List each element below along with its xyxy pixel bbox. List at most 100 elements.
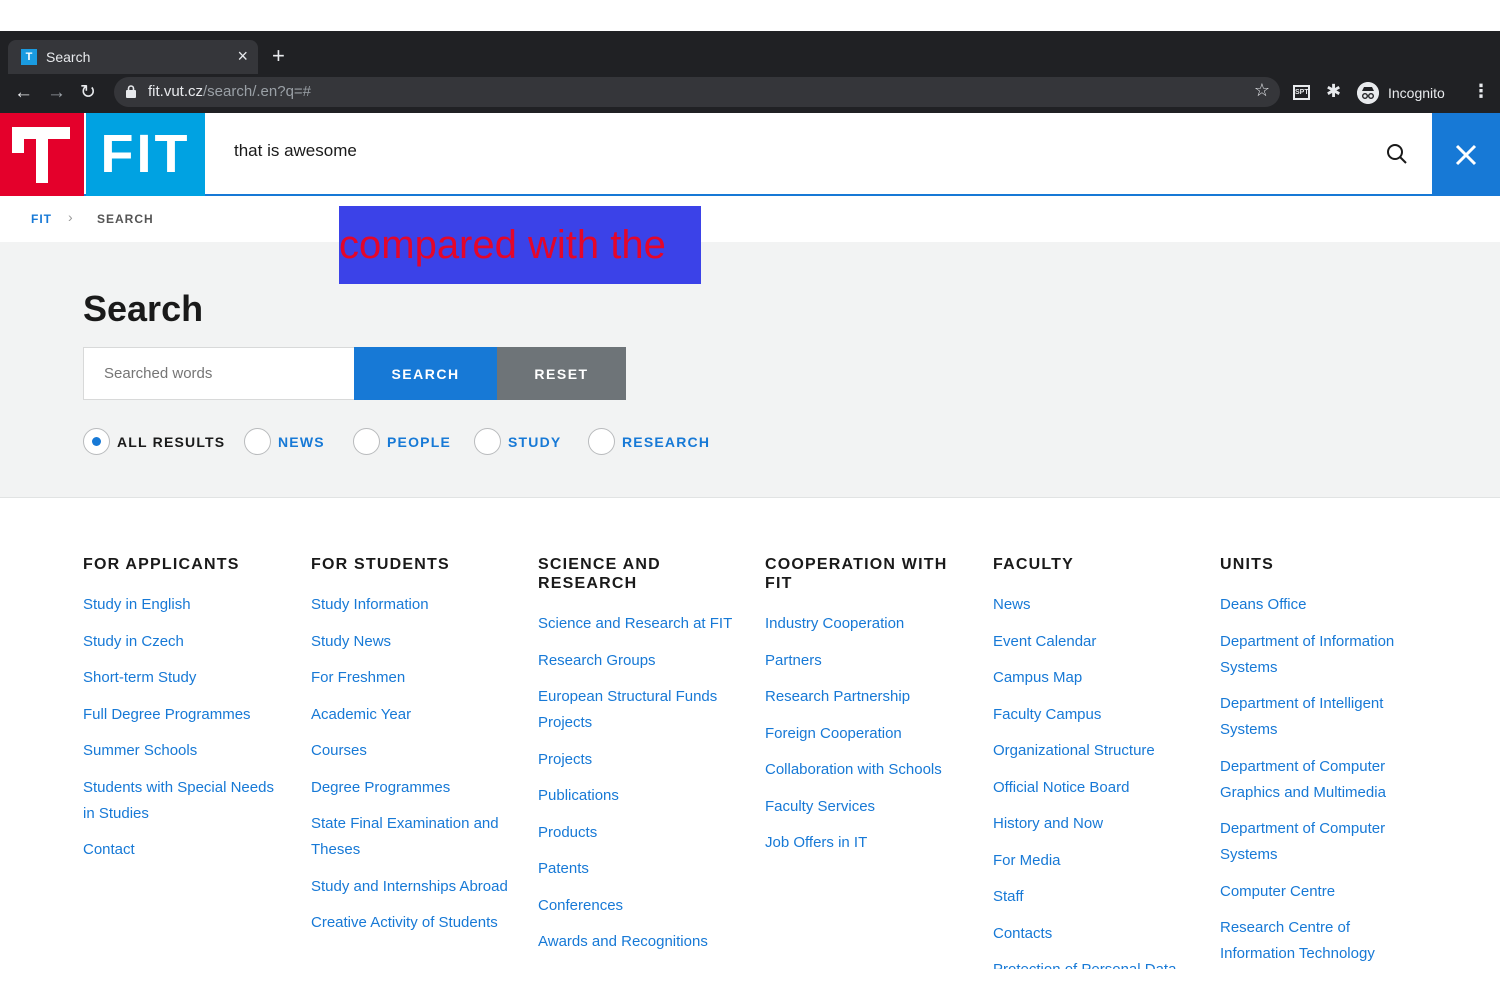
radio-icon[interactable] [353, 428, 380, 455]
column-heading: COOPERATION WITH FIT [765, 556, 948, 592]
reset-button[interactable]: RESET [497, 347, 626, 400]
footer-link[interactable]: Collaboration with Schools [765, 757, 965, 783]
close-icon [1455, 144, 1477, 166]
search-words-input[interactable] [83, 347, 355, 400]
extension-icon[interactable]: SPT [1293, 85, 1310, 100]
footer-link[interactable]: European Structural Funds Projects [538, 684, 738, 736]
footer-link[interactable]: Study and Internships Abroad [311, 874, 511, 900]
footer-link[interactable]: Creative Activity of Students [311, 910, 511, 936]
filter-label: ALL RESULTS [117, 434, 226, 450]
footer-link[interactable]: Contacts [993, 921, 1193, 947]
breadcrumb-chevron-icon: › [68, 209, 73, 225]
footer-link[interactable]: Study in English [83, 592, 283, 618]
breadcrumb: FIT › SEARCH [0, 198, 1500, 242]
footer-link[interactable]: Deans Office [1220, 592, 1420, 618]
footer-column-students: FOR STUDENTS Study Information Study New… [311, 555, 511, 947]
extensions-puzzle-icon[interactable]: ✱ [1326, 81, 1341, 102]
footer-link[interactable]: Computer Centre [1220, 879, 1420, 905]
footer-link[interactable]: Research Centre of Information Technolog… [1220, 915, 1420, 967]
footer-link[interactable]: Courses [311, 738, 511, 764]
footer-link[interactable]: Campus Map [993, 665, 1193, 691]
close-search-button[interactable] [1432, 113, 1500, 196]
back-arrow-icon[interactable]: ← [14, 81, 33, 105]
footer-link[interactable]: Students with Special Needs in Studies [83, 775, 283, 827]
close-tab-icon[interactable]: × [237, 46, 248, 66]
vut-t-icon [12, 127, 70, 183]
footer-link[interactable]: Protection of Personal Data [993, 957, 1193, 969]
radio-icon[interactable] [588, 428, 615, 455]
footer-link[interactable]: Study News [311, 629, 511, 655]
footer-column-units: UNITS Deans Office Department of Informa… [1220, 555, 1420, 969]
footer-link[interactable]: For Media [993, 848, 1193, 874]
footer-link[interactable]: Event Calendar [993, 629, 1193, 655]
filter-label: PEOPLE [387, 434, 451, 450]
breadcrumb-current: SEARCH [97, 212, 154, 226]
favicon-icon: T [21, 49, 37, 65]
bookmark-star-icon[interactable]: ☆ [1254, 80, 1270, 101]
footer-link[interactable]: Industry Cooperation [765, 611, 965, 637]
footer-link[interactable]: History and Now [993, 811, 1193, 837]
footer-link[interactable]: Projects [538, 747, 738, 773]
footer-link[interactable]: Full Degree Programmes [83, 702, 283, 728]
incognito-label: Incognito [1388, 85, 1445, 101]
footer-link[interactable]: Staff [993, 884, 1193, 910]
footer-column-research: SCIENCE AND RESEARCH Science and Researc… [538, 555, 738, 966]
footer-link[interactable]: Research Groups [538, 648, 738, 674]
footer-link[interactable]: Products [538, 820, 738, 846]
url-text: fit.vut.cz/search/.en?q=# [148, 83, 312, 100]
footer-link[interactable]: Department of Intelligent Systems [1220, 691, 1420, 743]
column-heading: UNITS [1220, 556, 1274, 573]
footer-link[interactable]: Partners [765, 648, 965, 674]
column-heading: FACULTY [993, 556, 1074, 573]
footer-link[interactable]: Conferences [538, 893, 738, 919]
footer-link[interactable]: Science and Research at FIT [538, 611, 738, 637]
footer-column-faculty: FACULTY News Event Calendar Campus Map F… [993, 555, 1193, 969]
vut-logo[interactable] [0, 113, 84, 196]
forward-arrow-icon[interactable]: → [47, 81, 66, 105]
footer-link[interactable]: Department of Computer Graphics and Mult… [1220, 754, 1420, 806]
caption-overlay: compared with the [339, 206, 701, 284]
footer-link[interactable]: Faculty Campus [993, 702, 1193, 728]
site-header: FIT [0, 113, 1500, 196]
browser-menu-icon[interactable]: ⋮ [1472, 81, 1490, 102]
footer-link[interactable]: Publications [538, 783, 738, 809]
footer-link[interactable]: News [993, 592, 1193, 618]
search-button[interactable]: SEARCH [354, 347, 497, 400]
footer-link[interactable]: Contact [83, 837, 283, 863]
site-search-input[interactable] [234, 141, 1354, 161]
footer-link[interactable]: Short-term Study [83, 665, 283, 691]
footer-column-applicants: FOR APPLICANTS Study in English Study in… [83, 555, 283, 874]
incognito-icon[interactable] [1357, 82, 1379, 104]
filter-label: STUDY [508, 434, 562, 450]
radio-icon[interactable] [474, 428, 501, 455]
footer-link[interactable]: Faculty Services [765, 794, 965, 820]
footer-link[interactable]: Awards and Recognitions [538, 929, 738, 955]
reload-icon[interactable]: ↻ [80, 81, 96, 105]
footer-link[interactable]: Job Offers in IT [765, 830, 965, 856]
new-tab-icon[interactable]: + [272, 45, 285, 67]
radio-selected-icon[interactable] [83, 428, 110, 455]
footer-link[interactable]: Official Notice Board [993, 775, 1193, 801]
footer-link[interactable]: Patents [538, 856, 738, 882]
footer-link[interactable]: Academic Year [311, 702, 511, 728]
footer-link[interactable]: For Freshmen [311, 665, 511, 691]
footer-link[interactable]: Study Information [311, 592, 511, 618]
footer-link[interactable]: Study in Czech [83, 629, 283, 655]
breadcrumb-link-fit[interactable]: FIT [31, 212, 52, 226]
footer-link[interactable]: Research Partnership [765, 684, 965, 710]
footer-link[interactable]: Department of Information Systems [1220, 629, 1420, 681]
footer-link[interactable]: State Final Examination and Theses [311, 811, 511, 863]
footer-link[interactable]: Foreign Cooperation [765, 721, 965, 747]
browser-tab[interactable]: T Search × [8, 40, 258, 74]
footer-link[interactable]: Department of Computer Systems [1220, 816, 1420, 868]
column-heading: FOR STUDENTS [311, 556, 450, 573]
footer-column-cooperation: COOPERATION WITH FIT Industry Cooperatio… [765, 555, 965, 867]
search-section: Search SEARCH RESET ALL RESULTS NEWS PEO… [0, 242, 1500, 498]
fit-logo[interactable]: FIT [86, 113, 205, 196]
footer-link[interactable]: Degree Programmes [311, 775, 511, 801]
footer-link[interactable]: Summer Schools [83, 738, 283, 764]
address-bar[interactable]: fit.vut.cz/search/.en?q=# ☆ [114, 77, 1280, 107]
search-icon[interactable] [1386, 143, 1408, 165]
footer-link[interactable]: Organizational Structure [993, 738, 1193, 764]
radio-icon[interactable] [244, 428, 271, 455]
